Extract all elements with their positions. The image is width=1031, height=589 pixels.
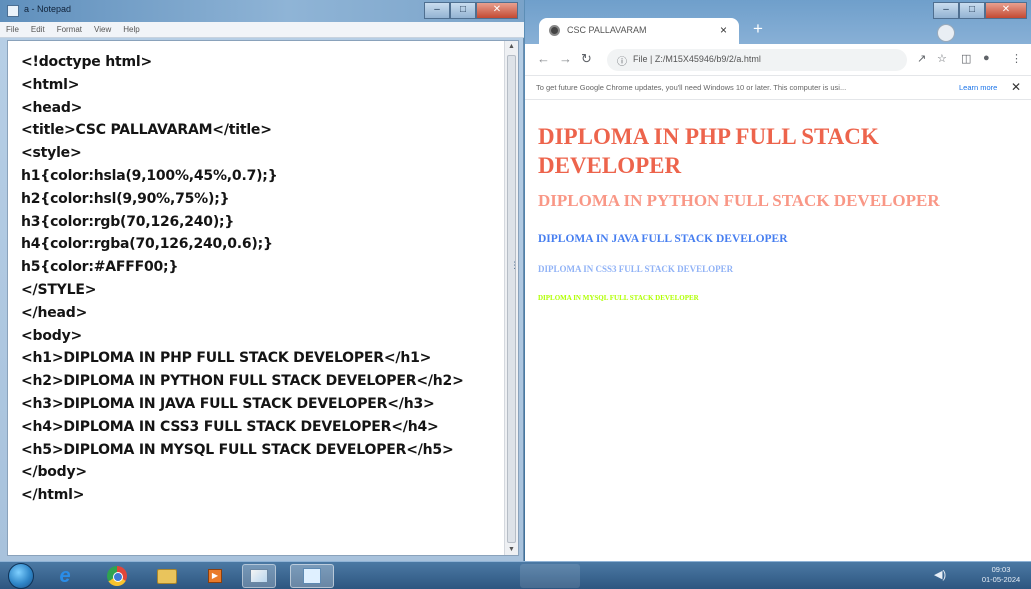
media-player-icon[interactable]: ▶ bbox=[198, 564, 232, 588]
code-line: <title>CSC PALLAVARAM</title> bbox=[21, 122, 272, 139]
notepad-window-controls: – □ ✕ bbox=[424, 2, 518, 19]
code-line: <!doctype html> bbox=[21, 54, 153, 70]
code-line: </html> bbox=[21, 487, 85, 504]
heading-h3: DIPLOMA IN JAVA FULL STACK DEVELOPER bbox=[538, 233, 788, 245]
system-clock[interactable]: 09:03 01-05-2024 bbox=[976, 565, 1026, 585]
minimize-icon[interactable]: – bbox=[933, 2, 959, 19]
code-line: <h5>DIPLOMA IN MYSQL FULL STACK DEVELOPE… bbox=[21, 441, 454, 458]
learn-more-link[interactable]: Learn more bbox=[959, 83, 997, 92]
code-line: h4{color:rgba(70,126,240,0.6);} bbox=[21, 236, 273, 253]
heading-h2: DIPLOMA IN PYTHON FULL STACK DEVELOPER bbox=[538, 191, 940, 210]
globe-icon bbox=[549, 25, 560, 36]
tab-close-icon[interactable]: × bbox=[720, 23, 727, 37]
clock-time: 09:03 bbox=[991, 565, 1011, 574]
window-splitter-icon: ⋮ bbox=[510, 260, 519, 270]
notepad-title: a - Notepad bbox=[24, 4, 72, 14]
infobar-close-icon[interactable]: ✕ bbox=[1011, 80, 1021, 94]
code-line: <h4>DIPLOMA IN CSS3 FULL STACK DEVELOPER… bbox=[21, 418, 439, 435]
browser-tab[interactable]: CSC PALLAVARAM × bbox=[539, 18, 739, 44]
chrome-taskbar-icon[interactable] bbox=[100, 564, 134, 588]
code-line: <h3>DIPLOMA IN JAVA FULL STACK DEVELOPER… bbox=[21, 395, 435, 412]
notepad-vertical-scrollbar[interactable]: ▲ ▼ bbox=[504, 41, 518, 555]
code-line: h3{color:rgb(70,126,240);} bbox=[21, 213, 235, 230]
code-line: <style> bbox=[21, 145, 82, 162]
infobar-message: To get future Google Chrome updates, you… bbox=[536, 83, 847, 92]
chrome-toolbar: ← → ↻ ⓘ File | Z:/M15X45946/b9/2/a.html … bbox=[525, 44, 1031, 76]
notepad-menubar: File Edit Format View Help bbox=[0, 22, 524, 38]
menu-help[interactable]: Help bbox=[123, 25, 139, 34]
chrome-window: CSC PALLAVARAM × + – □ ✕ ← → ↻ ⓘ File | … bbox=[525, 0, 1031, 561]
close-icon[interactable]: ✕ bbox=[985, 2, 1027, 19]
heading-h1: DIPLOMA IN PHP FULL STACK DEVELOPER bbox=[538, 124, 879, 178]
new-tab-icon[interactable]: + bbox=[747, 20, 769, 40]
url-text: File | Z:/M15X45946/b9/2/a.html bbox=[633, 54, 761, 64]
code-line: h1{color:hsla(9,100%,45%,0.7);} bbox=[21, 167, 278, 184]
tab-title: CSC PALLAVARAM bbox=[567, 25, 647, 35]
update-infobar: To get future Google Chrome updates, you… bbox=[525, 76, 1031, 100]
code-line: <h1>DIPLOMA IN PHP FULL STACK DEVELOPER<… bbox=[21, 350, 432, 367]
menu-view[interactable]: View bbox=[94, 25, 111, 34]
heading-h4: DIPLOMA IN CSS3 FULL STACK DEVELOPER bbox=[538, 264, 734, 274]
menu-edit[interactable]: Edit bbox=[31, 25, 45, 34]
back-arrow-icon[interactable]: ← bbox=[537, 51, 550, 66]
code-line: <h2>DIPLOMA IN PYTHON FULL STACK DEVELOP… bbox=[21, 373, 464, 390]
maximize-icon[interactable]: □ bbox=[959, 2, 985, 19]
scroll-up-icon[interactable]: ▲ bbox=[508, 43, 515, 50]
chrome-tabstrip: CSC PALLAVARAM × + – □ ✕ bbox=[525, 0, 1031, 44]
paint-icon[interactable] bbox=[242, 564, 276, 588]
start-button-icon[interactable] bbox=[8, 563, 34, 589]
site-info-icon[interactable]: ⓘ bbox=[617, 53, 627, 68]
code-line: </head> bbox=[21, 304, 88, 321]
scroll-down-icon[interactable]: ▼ bbox=[508, 546, 515, 553]
code-line: <html> bbox=[21, 76, 80, 93]
clock-date: 01-05-2024 bbox=[981, 575, 1021, 584]
notepad-text-area[interactable]: <!doctype html> <html> <head> <title>CSC… bbox=[7, 40, 519, 556]
file-explorer-icon[interactable] bbox=[150, 564, 184, 588]
profile-avatar-icon[interactable] bbox=[937, 24, 955, 42]
bookmark-star-icon[interactable]: ☆ bbox=[937, 52, 947, 65]
notepad-titlebar[interactable]: a - Notepad – □ ✕ bbox=[0, 0, 524, 22]
speaker-icon[interactable]: ◀) bbox=[934, 568, 946, 581]
notepad-text: <!doctype html> <html> <head> <title>CSC… bbox=[21, 51, 501, 507]
notepad-app-icon bbox=[7, 5, 19, 17]
reload-icon[interactable]: ↻ bbox=[581, 51, 592, 67]
heading-h5: DIPLOMA IN MYSQL FULL STACK DEVELOPER bbox=[538, 294, 699, 302]
code-line: h5{color:#AFFF00;} bbox=[21, 259, 179, 276]
chrome-taskbar-button[interactable] bbox=[520, 564, 580, 588]
notepad-taskbar-icon[interactable] bbox=[290, 564, 334, 588]
code-line: h2{color:hsl(9,90%,75%);} bbox=[21, 190, 230, 207]
internet-explorer-icon[interactable]: e bbox=[48, 564, 82, 588]
minimize-icon[interactable]: – bbox=[424, 2, 450, 19]
web-page-content: DIPLOMA IN PHP FULL STACK DEVELOPER DIPL… bbox=[525, 100, 1031, 558]
chrome-window-controls: – □ ✕ bbox=[933, 2, 1027, 19]
maximize-icon[interactable]: □ bbox=[450, 2, 476, 19]
profile-icon[interactable]: ● bbox=[983, 52, 990, 64]
scrollbar-thumb[interactable] bbox=[507, 55, 516, 543]
menu-file[interactable]: File bbox=[6, 25, 19, 34]
address-bar[interactable]: ⓘ File | Z:/M15X45946/b9/2/a.html bbox=[607, 49, 907, 71]
side-panel-icon[interactable]: ◫ bbox=[961, 52, 971, 65]
taskbar: e ▶ ◀) 09:03 01-05-2024 bbox=[0, 561, 1031, 589]
close-icon[interactable]: ✕ bbox=[476, 2, 518, 19]
kebab-menu-icon[interactable]: ⋮ bbox=[1011, 52, 1022, 65]
code-line: <head> bbox=[21, 99, 83, 116]
code-line: <body> bbox=[21, 327, 83, 344]
code-line: </body> bbox=[21, 464, 87, 481]
forward-arrow-icon[interactable]: → bbox=[559, 51, 572, 66]
code-line: </STYLE> bbox=[21, 281, 97, 298]
share-icon[interactable]: ↗ bbox=[917, 52, 926, 65]
menu-format[interactable]: Format bbox=[57, 25, 82, 34]
notepad-window: a - Notepad – □ ✕ File Edit Format View … bbox=[0, 0, 524, 561]
